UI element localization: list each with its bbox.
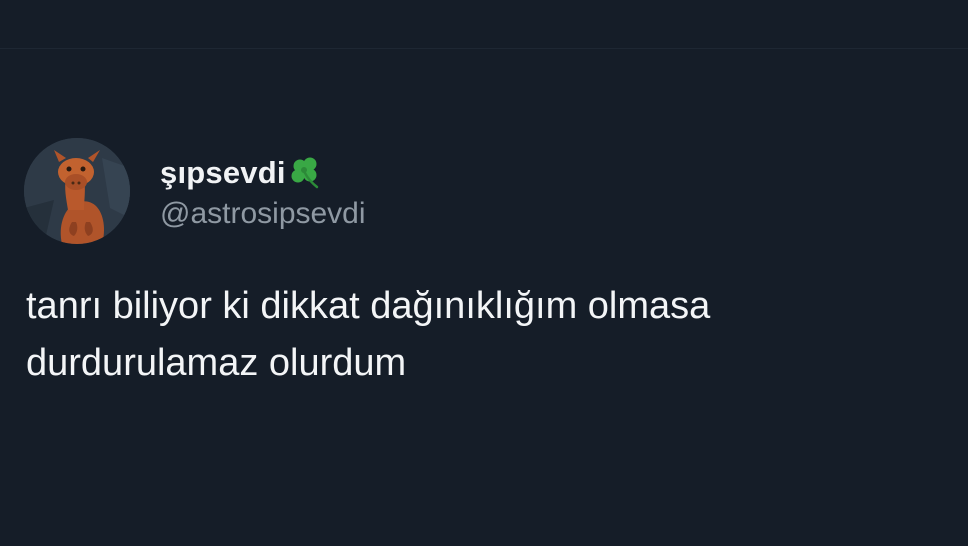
divider [0,48,968,49]
tweet-screenshot: şıpsevdi @astrosipsevdi tanrı biliyor ki… [0,0,968,546]
tweet-card: şıpsevdi @astrosipsevdi tanrı biliyor ki… [24,138,944,392]
tweet-text-line: durdurulamaz olurdum [26,342,407,384]
user-handle[interactable]: @astrosipsevdi [160,197,366,231]
author-names: şıpsevdi @astrosipsevdi [160,151,366,231]
camel-avatar-image [24,138,130,244]
tweet-text-line: tanrı biliyor ki dikkat dağınıklığım olm… [26,285,711,327]
avatar[interactable] [24,138,130,244]
display-name[interactable]: şıpsevdi [160,155,286,191]
tweet-header: şıpsevdi @astrosipsevdi [24,138,944,244]
display-name-row: şıpsevdi [160,151,366,195]
tweet-text: tanrı biliyor ki dikkat dağınıklığım olm… [26,278,936,392]
four-leaf-clover-icon [288,155,324,191]
